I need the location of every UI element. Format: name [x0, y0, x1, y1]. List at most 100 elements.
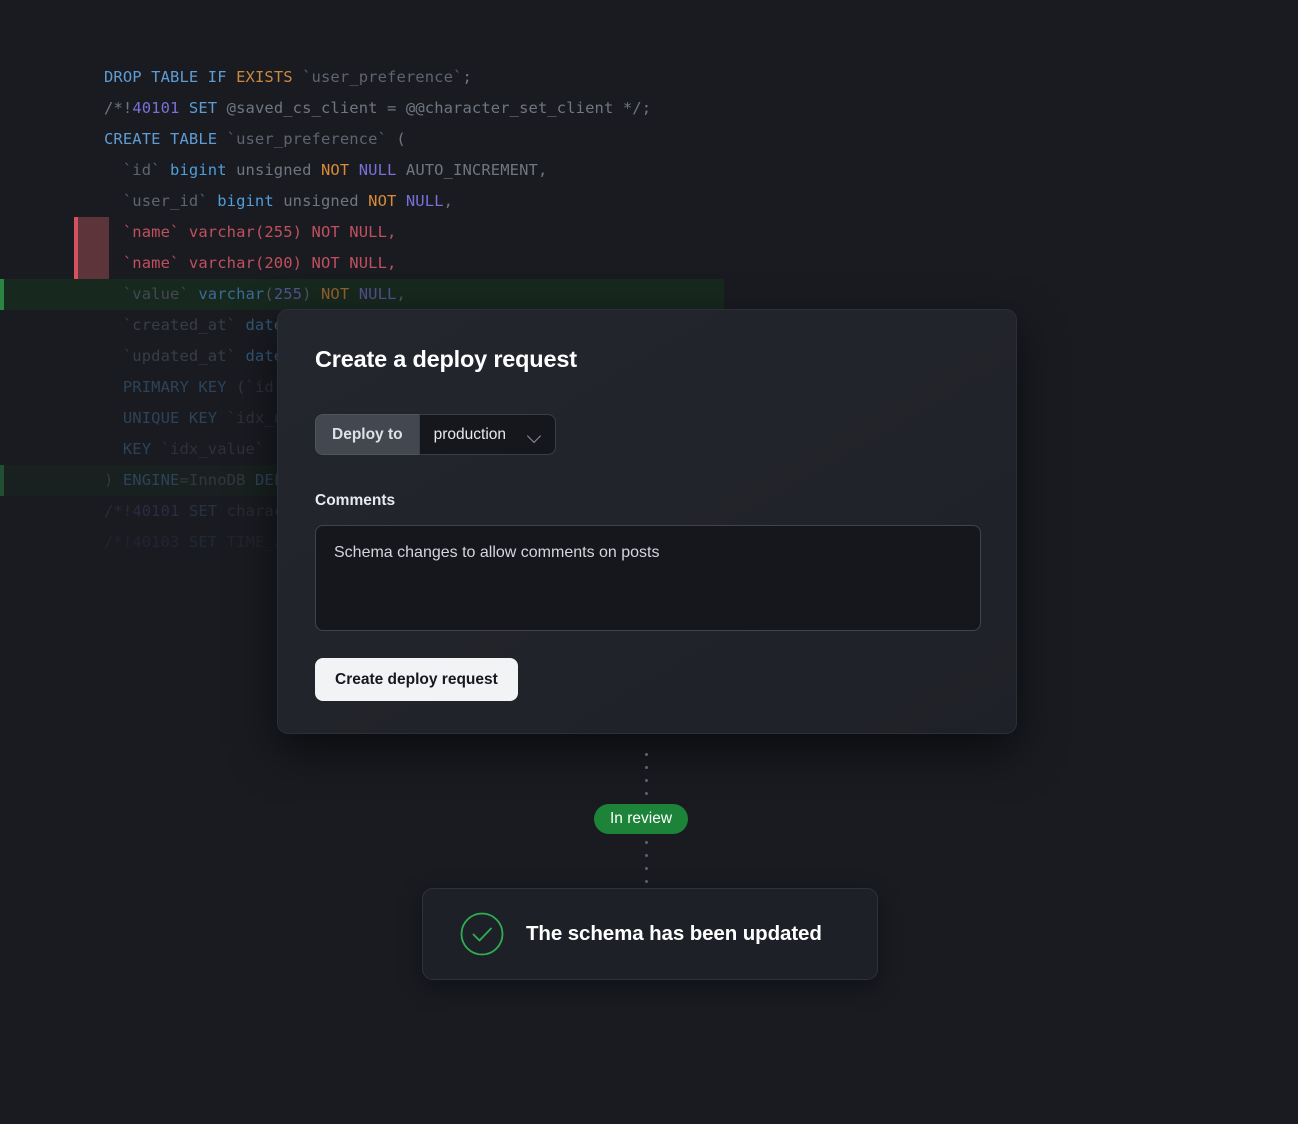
code-token: PRIMARY: [123, 378, 189, 396]
code-token: ENGINE: [123, 471, 180, 489]
status-badge: In review: [594, 804, 688, 834]
code-token: 255: [274, 285, 302, 303]
code-token: bigint: [170, 161, 227, 179]
create-deploy-request-dialog: Create a deploy request Deploy to produc…: [277, 309, 1017, 734]
code-token: @character_set_client: [415, 99, 613, 117]
code-token: [198, 68, 207, 86]
code-token: [104, 161, 123, 179]
code-token: bigint: [217, 192, 274, 210]
code-token: [104, 316, 123, 334]
code-token: [104, 347, 123, 365]
code-token: 200: [264, 254, 292, 272]
create-deploy-request-button[interactable]: Create deploy request: [315, 658, 518, 701]
check-circle-icon: [460, 912, 504, 956]
code-token: NOT: [312, 223, 340, 241]
connector-line-top: [645, 748, 648, 804]
code-token: varchar: [189, 254, 255, 272]
code-token: `user_preference`: [302, 68, 462, 86]
code-token: ,: [387, 223, 396, 241]
code-token: SET: [189, 99, 217, 117]
code-token: [613, 99, 622, 117]
code-token: unsigned: [236, 161, 311, 179]
code-token: NULL: [349, 223, 387, 241]
code-token: KEY: [198, 378, 226, 396]
code-token: [396, 161, 405, 179]
code-token: !: [123, 502, 132, 520]
code-line: /*!40101 SET @saved_cs_client = @@charac…: [0, 93, 900, 124]
code-token: `name`: [123, 223, 180, 241]
schema-updated-toast: The schema has been updated: [422, 888, 878, 980]
code-token: [179, 533, 188, 551]
deploy-to-label: Deploy to: [315, 414, 419, 455]
code-token: 40103: [132, 533, 179, 551]
code-token: [340, 254, 349, 272]
code-token: /: [632, 99, 641, 117]
code-token: [189, 285, 198, 303]
code-token: 40101: [132, 99, 179, 117]
code-token: `id`: [123, 161, 161, 179]
code-token: [161, 161, 170, 179]
code-token: ;: [462, 68, 471, 86]
code-token: NULL: [359, 285, 397, 303]
code-token: 255: [264, 223, 292, 241]
code-token: unsigned: [283, 192, 358, 210]
code-token: 40101: [132, 502, 179, 520]
code-token: [396, 99, 405, 117]
code-line: `value` varchar(255) NOT NULL,: [0, 279, 724, 310]
code-token: [113, 471, 122, 489]
code-token: [104, 378, 123, 396]
code-token: [104, 223, 123, 241]
code-token: [340, 223, 349, 241]
code-token: NOT: [321, 285, 349, 303]
code-token: [104, 285, 123, 303]
code-token: [104, 254, 123, 272]
code-token: [274, 192, 283, 210]
code-token: `user_id`: [123, 192, 208, 210]
code-token: `updated_at`: [123, 347, 236, 365]
code-token: =: [179, 471, 188, 489]
code-token: ): [302, 285, 311, 303]
code-token: (: [264, 285, 273, 303]
code-token: [264, 440, 273, 458]
chevron-down-icon: [528, 431, 541, 439]
code-token: [396, 192, 405, 210]
code-token: EXISTS: [236, 68, 293, 86]
code-token: [104, 192, 123, 210]
code-token: varchar: [189, 223, 255, 241]
code-token: SET: [189, 533, 217, 551]
code-line: `name` varchar(200) NOT NULL,: [0, 248, 900, 279]
code-token: UNIQUE: [123, 409, 180, 427]
code-token: *: [113, 502, 122, 520]
code-token: *: [623, 99, 632, 117]
code-token: [217, 130, 226, 148]
code-token: CREATE: [104, 130, 161, 148]
code-token: `user_preference`: [227, 130, 387, 148]
code-token: [236, 347, 245, 365]
code-token: [142, 68, 151, 86]
code-token: KEY: [189, 409, 217, 427]
code-line: `user_id` bigint unsigned NOT NULL,: [0, 186, 900, 217]
code-token: [387, 130, 396, 148]
comments-input[interactable]: [315, 525, 981, 631]
code-token: ,: [396, 285, 405, 303]
code-token: [217, 533, 226, 551]
code-token: [227, 378, 236, 396]
code-token: [236, 316, 245, 334]
schema-toast-text: The schema has been updated: [526, 922, 822, 946]
code-token: *: [113, 533, 122, 551]
deploy-target-select[interactable]: production: [419, 414, 556, 455]
code-token: ;: [642, 99, 651, 117]
code-token: NULL: [349, 254, 387, 272]
code-token: [227, 68, 236, 86]
code-token: [151, 440, 160, 458]
code-token: [359, 192, 368, 210]
code-token: `value`: [123, 285, 189, 303]
code-token: [208, 192, 217, 210]
code-token: !: [123, 533, 132, 551]
code-token: DROP: [104, 68, 142, 86]
code-line: DROP TABLE IF EXISTS `user_preference`;: [0, 62, 900, 93]
code-token: ): [293, 254, 302, 272]
dialog-title: Create a deploy request: [315, 346, 577, 373]
code-token: [189, 378, 198, 396]
code-token: !: [123, 99, 132, 117]
